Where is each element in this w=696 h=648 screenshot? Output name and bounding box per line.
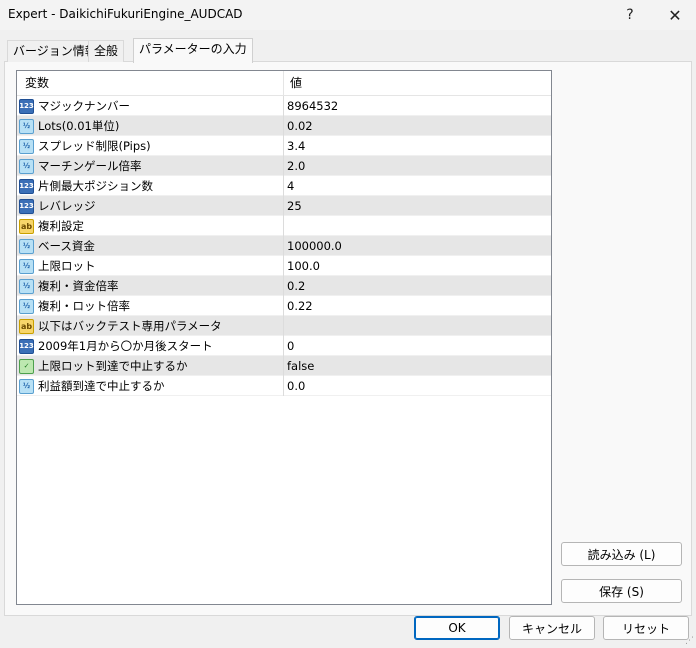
table-row[interactable]: 123 マジックナンバー 8964532 [17,96,551,116]
variable-name: 2009年1月から〇か月後スタート [38,339,213,353]
table-row[interactable]: 123 2009年1月から〇か月後スタート 0 [17,336,551,356]
variable-name: 片側最大ポジション数 [38,179,153,193]
close-button[interactable]: ✕ [655,0,695,30]
window-title: Expert - DaikichiFukuriEngine_AUDCAD [8,7,243,21]
parameters-grid: 変数 値 123 マジックナンバー 8964532 ½ Lots(0.01単位) 0.02… [16,70,552,605]
variable-cell[interactable]: ½ 複利・ロット倍率 [17,296,284,316]
column-header-variable[interactable]: 変数 [17,71,284,96]
ok-button[interactable]: OK [414,616,500,640]
variable-name: マーチンゲール倍率 [38,159,142,173]
double-icon: ½ [19,238,34,254]
value-cell[interactable]: 0 [284,336,551,356]
value-cell[interactable]: 0.02 [284,116,551,136]
value-cell[interactable]: 100000.0 [284,236,551,256]
save-button[interactable]: 保存 (S) [561,579,682,603]
tab-general[interactable]: 全般 [88,40,125,62]
variable-cell[interactable]: 123 片側最大ポジション数 [17,176,284,196]
table-row[interactable]: ✓ 上限ロット到達で中止するか false [17,356,551,376]
value-cell[interactable]: 4 [284,176,551,196]
variable-cell[interactable]: ½ マーチンゲール倍率 [17,156,284,176]
table-row[interactable]: ½ マーチンゲール倍率 2.0 [17,156,551,176]
table-row[interactable]: ab 以下はバックテスト専用パラメータ [17,316,551,336]
double-icon: ½ [19,378,34,394]
variable-cell[interactable]: ✓ 上限ロット到達で中止するか [17,356,284,376]
table-row[interactable]: ½ 利益額到達で中止するか 0.0 [17,376,551,396]
resize-grip-icon[interactable]: ⋰ [684,636,694,646]
value-cell[interactable] [284,316,551,336]
string-icon: ab [19,218,34,234]
table-row[interactable]: ½ 上限ロット 100.0 [17,256,551,276]
variable-cell[interactable]: ½ 複利・資金倍率 [17,276,284,296]
variable-cell[interactable]: ½ スプレッド制限(Pips) [17,136,284,156]
value-cell[interactable]: 3.4 [284,136,551,156]
variable-cell[interactable]: ½ ベース資金 [17,236,284,256]
table-row[interactable]: 123 片側最大ポジション数 4 [17,176,551,196]
int-icon: 123 [19,338,34,354]
table-row[interactable]: ½ 複利・資金倍率 0.2 [17,276,551,296]
variable-name: 利益額到達で中止するか [38,379,165,393]
variable-cell[interactable]: 123 2009年1月から〇か月後スタート [17,336,284,356]
value-cell[interactable]: 100.0 [284,256,551,276]
table-row[interactable]: ½ スプレッド制限(Pips) 3.4 [17,136,551,156]
variable-name: ベース資金 [38,239,95,253]
value-cell[interactable]: false [284,356,551,376]
variable-name: 上限ロット到達で中止するか [38,359,188,373]
variable-name: スプレッド制限(Pips) [38,139,151,153]
variable-cell[interactable]: ab 以下はバックテスト専用パラメータ [17,316,284,336]
table-row[interactable]: ½ 複利・ロット倍率 0.22 [17,296,551,316]
value-cell[interactable]: 0.0 [284,376,551,396]
table-row[interactable]: ab 複利設定 [17,216,551,236]
reset-button[interactable]: リセット [603,616,689,640]
variable-cell[interactable]: ab 複利設定 [17,216,284,236]
value-cell[interactable]: 0.2 [284,276,551,296]
help-button[interactable]: ? [610,0,650,30]
value-cell[interactable] [284,216,551,236]
variable-name: 複利設定 [38,219,84,233]
value-cell[interactable]: 25 [284,196,551,216]
double-icon: ½ [19,118,34,134]
tab-parameters[interactable]: パラメーターの入力 [133,38,253,63]
variable-cell[interactable]: ½ Lots(0.01単位) [17,116,284,136]
grid-header: 変数 値 [17,71,551,96]
variable-cell[interactable]: ½ 上限ロット [17,256,284,276]
value-cell[interactable]: 8964532 [284,96,551,116]
table-row[interactable]: ½ Lots(0.01単位) 0.02 [17,116,551,136]
load-button[interactable]: 読み込み (L) [561,542,682,566]
variable-name: 上限ロット [38,259,96,273]
value-cell[interactable]: 0.22 [284,296,551,316]
variable-name: 以下はバックテスト専用パラメータ [38,319,222,333]
variable-cell[interactable]: 123 マジックナンバー [17,96,284,116]
variable-name: マジックナンバー [38,99,130,113]
title-bar: Expert - DaikichiFukuriEngine_AUDCAD ? ✕ [0,0,696,30]
bool-icon: ✓ [19,358,34,374]
variable-name: 複利・資金倍率 [38,279,119,293]
variable-name: Lots(0.01単位) [38,119,120,133]
variable-name: 複利・ロット倍率 [38,299,130,313]
double-icon: ½ [19,158,34,174]
string-icon: ab [19,318,34,334]
int-icon: 123 [19,198,34,214]
cancel-button[interactable]: キャンセル [509,616,595,640]
double-icon: ½ [19,298,34,314]
double-icon: ½ [19,138,34,154]
grid-rows: 123 マジックナンバー 8964532 ½ Lots(0.01単位) 0.02 ½ スプレッ… [17,96,551,396]
int-icon: 123 [19,178,34,194]
tab-bar: バージョン情報 全般 パラメーターの入力 [4,38,692,63]
variable-name: レバレッジ [38,199,96,213]
double-icon: ½ [19,258,34,274]
value-cell[interactable]: 2.0 [284,156,551,176]
column-header-value[interactable]: 値 [284,71,551,96]
table-row[interactable]: ½ ベース資金 100000.0 [17,236,551,256]
table-row[interactable]: 123 レバレッジ 25 [17,196,551,216]
variable-cell[interactable]: 123 レバレッジ [17,196,284,216]
variable-cell[interactable]: ½ 利益額到達で中止するか [17,376,284,396]
int-icon: 123 [19,98,34,114]
double-icon: ½ [19,278,34,294]
